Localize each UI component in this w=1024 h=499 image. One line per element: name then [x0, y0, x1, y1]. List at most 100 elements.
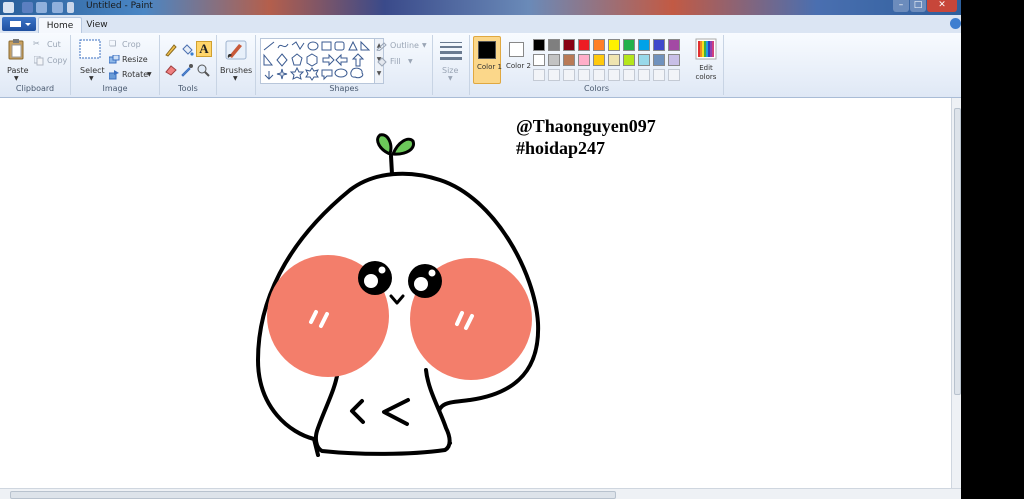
sprout-right-leaf: [391, 137, 416, 156]
palette-color-swatch[interactable]: [548, 54, 560, 66]
palette-color-swatch[interactable]: [593, 54, 605, 66]
fill-bucket-icon[interactable]: [180, 43, 194, 57]
palette-color-swatch[interactable]: [578, 54, 590, 66]
copy-button[interactable]: Copy: [33, 55, 69, 67]
palette-custom-slot[interactable]: [578, 69, 590, 81]
palette-custom-slot[interactable]: [608, 69, 620, 81]
shapes-gallery[interactable]: [260, 38, 376, 84]
tab-home[interactable]: Home: [38, 17, 82, 34]
color1-button[interactable]: Color 1: [473, 36, 502, 84]
image-group-label: Image: [102, 84, 128, 93]
palette-custom-slot[interactable]: [623, 69, 635, 81]
sprout-stem: [389, 154, 394, 176]
outline-label: Outline: [390, 41, 419, 50]
palette-color-swatch[interactable]: [623, 39, 635, 51]
palette-color-swatch[interactable]: [608, 39, 620, 51]
brush-icon: [225, 40, 247, 60]
palette-custom-slot[interactable]: [548, 69, 560, 81]
edit-colors-button[interactable]: Edit colors: [691, 37, 721, 83]
palette-color-swatch[interactable]: [668, 39, 680, 51]
horizontal-scroll-thumb[interactable]: [10, 491, 616, 499]
paste-icon: [8, 39, 24, 60]
clipboard-group-label: Clipboard: [15, 84, 55, 93]
palette-custom-slot[interactable]: [638, 69, 650, 81]
edit-colors-label: Edit colors: [695, 64, 717, 81]
palette-color-swatch[interactable]: [608, 54, 620, 66]
palette-custom-slot[interactable]: [653, 69, 665, 81]
resize-button[interactable]: Resize: [109, 54, 157, 66]
palette-color-swatch[interactable]: [563, 39, 575, 51]
paste-button[interactable]: Paste ▼: [3, 37, 29, 82]
palette-color-swatch[interactable]: [638, 54, 650, 66]
drawing-canvas[interactable]: @Thaonguyen097 #hoidap247: [0, 98, 951, 488]
copy-icon: [34, 56, 44, 66]
palette-color-swatch[interactable]: [548, 39, 560, 51]
size-dropdown-arrow: ▼: [448, 75, 453, 82]
minimize-button[interactable]: –: [893, 0, 909, 12]
right-eye: [408, 264, 442, 298]
customize-quick-access-icon[interactable]: [67, 2, 74, 13]
fill-button[interactable]: Fill ▼: [376, 56, 430, 68]
size-label: Size: [442, 66, 459, 75]
canvas-text-hashtag: #hoidap247: [516, 138, 606, 158]
palette-color-swatch[interactable]: [533, 39, 545, 51]
window-title: Untitled - Paint: [86, 1, 153, 11]
tab-view[interactable]: View: [80, 17, 114, 33]
horizontal-scrollbar[interactable]: [0, 488, 961, 499]
rotate-button[interactable]: Rotate ▼: [109, 69, 157, 81]
color-palette: [533, 39, 691, 85]
pencil-icon[interactable]: [164, 43, 178, 57]
palette-custom-slot[interactable]: [533, 69, 545, 81]
brushes-button[interactable]: Brushes ▼: [220, 37, 253, 82]
color-wheel-icon: [695, 38, 717, 60]
eraser-icon[interactable]: [164, 63, 178, 77]
select-dropdown-arrow: ▼: [89, 75, 94, 82]
crop-label: Crop: [122, 40, 141, 49]
crop-button[interactable]: ❏ Crop: [109, 39, 157, 51]
copy-label: Copy: [47, 56, 68, 65]
palette-custom-slot[interactable]: [563, 69, 575, 81]
text-tool-icon[interactable]: A: [196, 41, 212, 57]
brushes-label: Brushes: [220, 66, 253, 75]
sprout-left-leaf: [376, 133, 393, 156]
cut-button[interactable]: ✂ Cut: [33, 39, 69, 51]
save-icon[interactable]: [22, 2, 33, 13]
rotate-label: Rotate: [122, 70, 149, 79]
palette-custom-slot[interactable]: [593, 69, 605, 81]
palette-color-swatch[interactable]: [533, 54, 545, 66]
paint-window: Untitled - Paint – □ ✕ Home View Paste ▼…: [0, 0, 961, 499]
outline-button[interactable]: Outline ▼: [376, 40, 430, 52]
palette-color-swatch[interactable]: [578, 39, 590, 51]
undo-icon[interactable]: [36, 2, 47, 13]
redo-icon[interactable]: [52, 2, 63, 13]
help-icon[interactable]: [950, 18, 961, 29]
colors-group: Color 1 Color 2 Edit colors Colors: [470, 35, 724, 95]
shapes-group-label: Shapes: [329, 84, 359, 93]
palette-custom-slot[interactable]: [668, 69, 680, 81]
palette-color-swatch[interactable]: [653, 39, 665, 51]
palette-color-swatch[interactable]: [653, 54, 665, 66]
paint-menu-button[interactable]: [2, 17, 36, 31]
palette-color-swatch[interactable]: [593, 39, 605, 51]
menu-icon: [10, 21, 31, 27]
paint-app-icon[interactable]: [3, 2, 14, 13]
palette-color-swatch[interactable]: [563, 54, 575, 66]
rotate-dropdown-arrow: ▼: [147, 71, 152, 78]
palette-color-swatch[interactable]: [623, 54, 635, 66]
magnifier-icon[interactable]: [196, 63, 210, 77]
title-bar: Untitled - Paint – □ ✕: [0, 0, 961, 15]
palette-color-swatch[interactable]: [668, 54, 680, 66]
vertical-scroll-thumb[interactable]: [954, 108, 961, 395]
color2-button[interactable]: Color 2: [504, 36, 531, 84]
brushes-dropdown-arrow: ▼: [233, 75, 238, 82]
palette-color-swatch[interactable]: [638, 39, 650, 51]
select-button[interactable]: Select ▼: [77, 39, 105, 83]
close-button[interactable]: ✕: [927, 0, 957, 12]
color-picker-icon[interactable]: [180, 63, 194, 77]
vertical-scrollbar[interactable]: [951, 98, 961, 488]
canvas-drawing: [256, 133, 541, 457]
scissors-icon: ✂: [33, 39, 40, 48]
resize-icon: [109, 55, 120, 64]
maximize-button[interactable]: □: [910, 0, 926, 12]
size-button[interactable]: Size ▼: [436, 37, 466, 82]
